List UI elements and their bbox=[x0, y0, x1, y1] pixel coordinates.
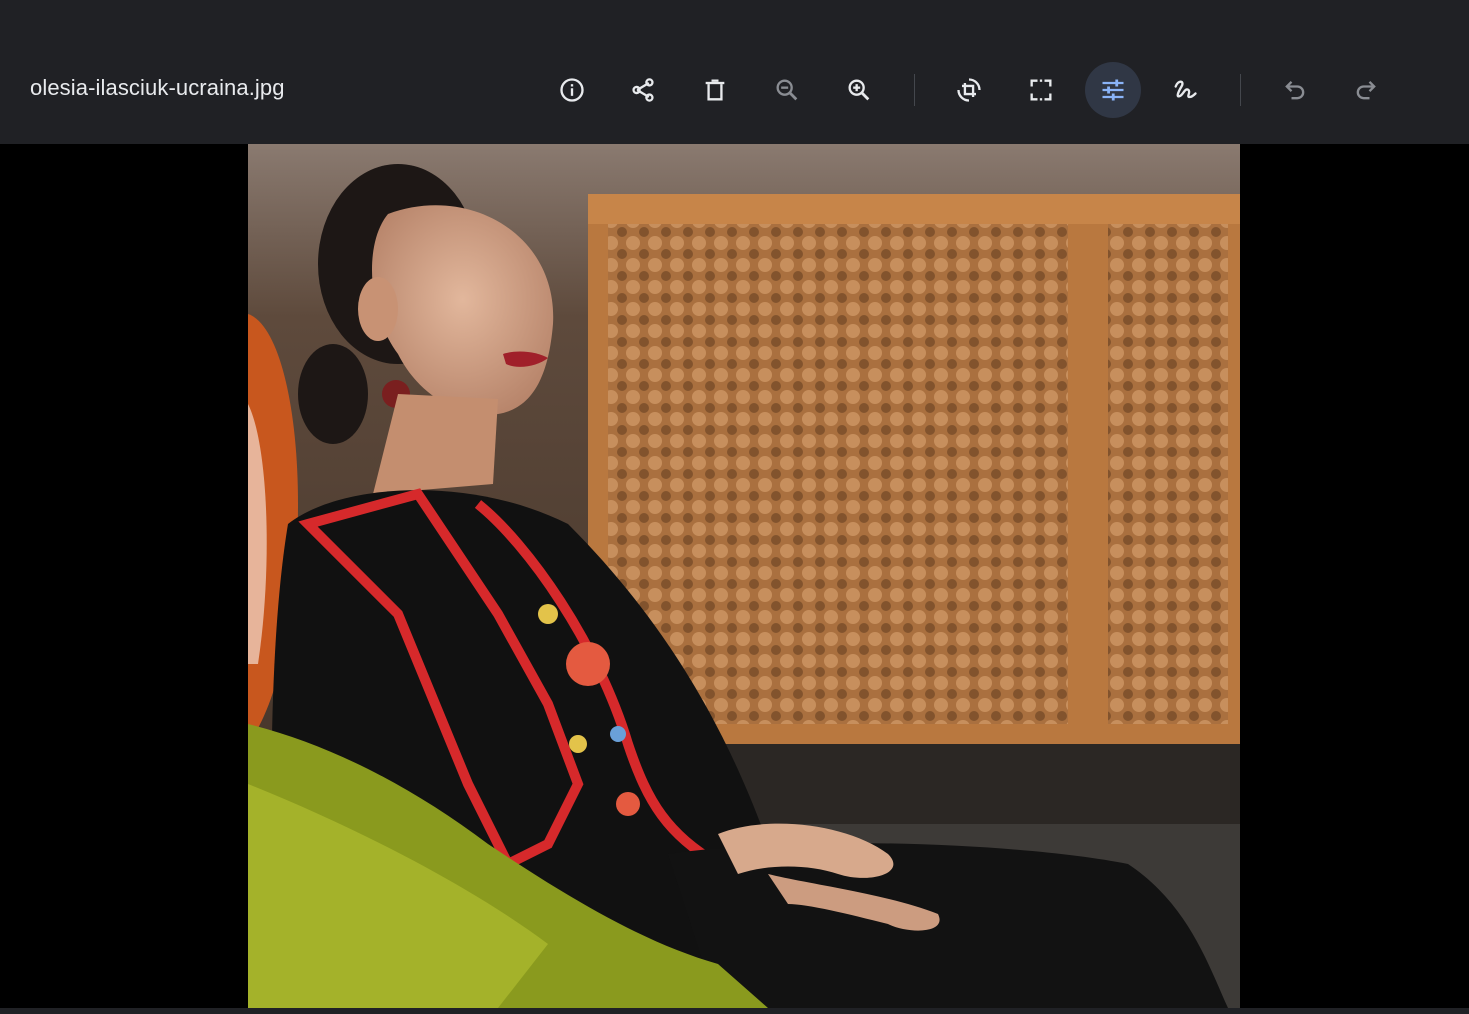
redo-button[interactable] bbox=[1338, 62, 1394, 118]
zoom-in-icon bbox=[848, 79, 870, 101]
rotate-button[interactable] bbox=[941, 62, 997, 118]
delete-button[interactable] bbox=[687, 62, 743, 118]
photo[interactable] bbox=[248, 144, 1240, 1008]
crop-icon bbox=[1030, 79, 1052, 101]
crop-button[interactable] bbox=[1013, 62, 1069, 118]
bottom-edge bbox=[0, 1008, 1469, 1014]
tune-icon bbox=[1102, 79, 1124, 101]
image-viewer bbox=[0, 144, 1469, 1008]
undo-button[interactable] bbox=[1267, 62, 1323, 118]
toolbar-divider bbox=[1240, 74, 1241, 106]
zoom-out-button[interactable] bbox=[759, 62, 815, 118]
zoom-in-button[interactable] bbox=[831, 62, 887, 118]
share-button[interactable] bbox=[615, 62, 671, 118]
adjust-button[interactable] bbox=[1085, 62, 1141, 118]
info-icon bbox=[560, 78, 584, 102]
file-name: olesia-ilasciuk-ucraina.jpg bbox=[30, 75, 285, 100]
redo-icon bbox=[1356, 81, 1376, 100]
markup-button[interactable] bbox=[1157, 62, 1213, 118]
info-button[interactable] bbox=[544, 62, 600, 118]
zoom-out-icon bbox=[776, 79, 798, 101]
trash-icon bbox=[705, 79, 725, 101]
share-icon bbox=[632, 78, 654, 102]
undo-icon bbox=[1285, 81, 1305, 100]
toolbar-divider bbox=[914, 74, 915, 106]
rotate-crop-icon bbox=[957, 78, 981, 102]
top-toolbar: olesia-ilasciuk-ucraina.jpg bbox=[0, 0, 1469, 144]
portrait-photo bbox=[248, 144, 1240, 1008]
draw-icon bbox=[1174, 80, 1197, 99]
